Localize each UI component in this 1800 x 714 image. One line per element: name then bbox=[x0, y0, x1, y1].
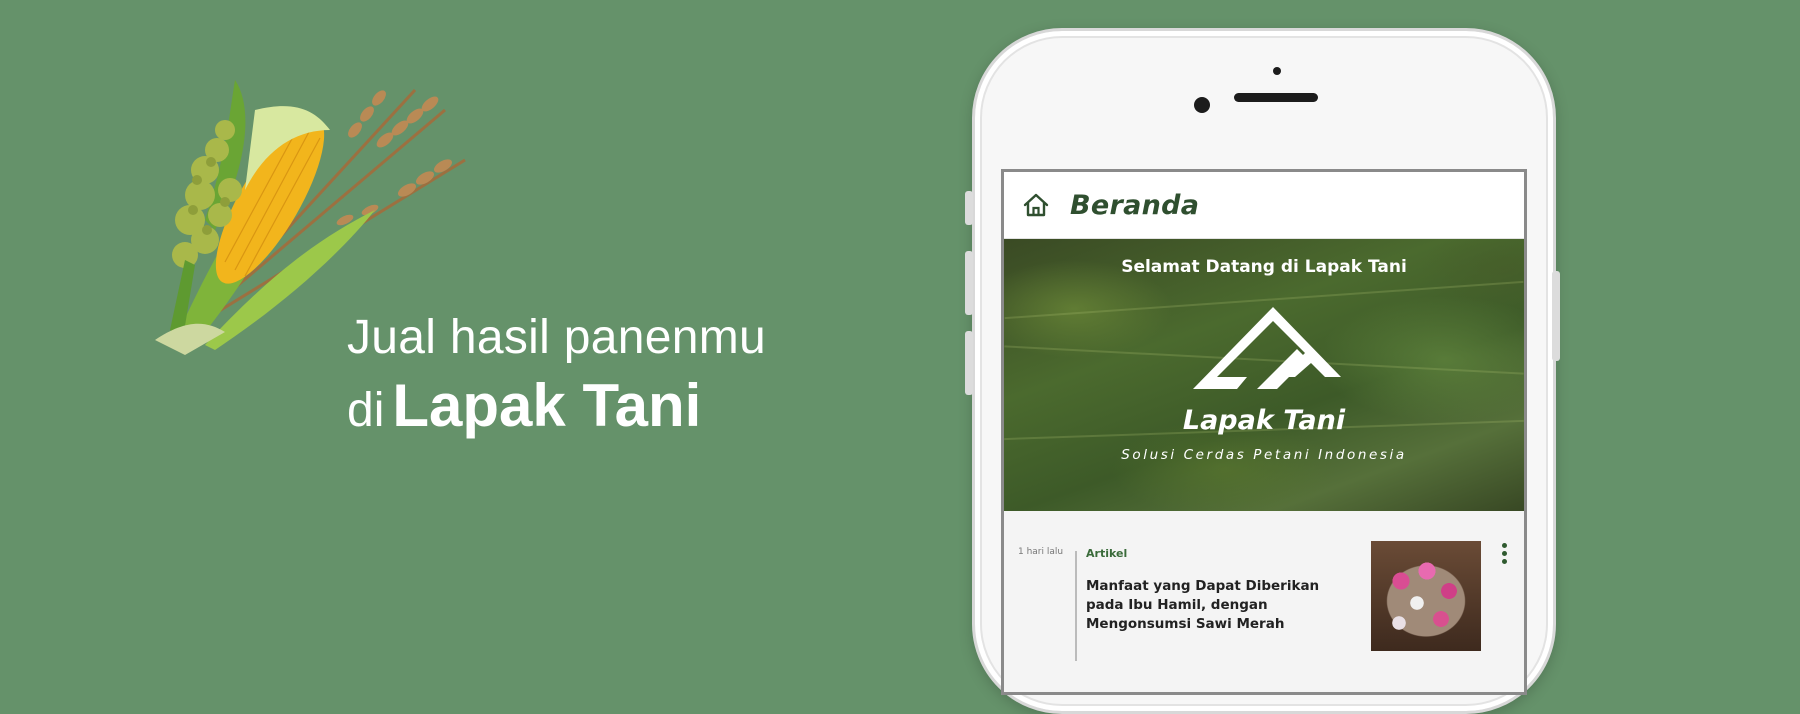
feed-item-time: 1 hari lalu bbox=[1018, 547, 1064, 557]
tagline-line2: di Lapak Tani bbox=[347, 376, 766, 441]
page-title: Beranda bbox=[1070, 189, 1200, 221]
phone-speaker bbox=[1234, 93, 1318, 102]
banner-welcome-text: Selamat Datang di Lapak Tani bbox=[1121, 257, 1407, 277]
feed-item-category: Artikel bbox=[1086, 547, 1128, 560]
app-header: Beranda bbox=[1004, 172, 1524, 239]
feed-item[interactable]: 1 hari lalu Artikel Manfaat yang Dapat D… bbox=[1004, 511, 1524, 692]
more-vertical-icon[interactable] bbox=[1497, 543, 1511, 564]
feed-item-thumbnail[interactable] bbox=[1371, 541, 1481, 651]
hero-tagline: Jual hasil panenmu di Lapak Tani bbox=[347, 310, 766, 441]
tagline-prefix: di bbox=[347, 384, 385, 437]
phone-volume-up bbox=[965, 251, 973, 315]
phone-camera bbox=[1194, 97, 1210, 113]
home-icon[interactable] bbox=[1022, 190, 1052, 220]
phone-volume-down bbox=[965, 331, 973, 395]
banner-slogan: Solusi Cerdas Petani Indonesia bbox=[1121, 447, 1407, 463]
lapak-tani-logo-icon bbox=[1193, 307, 1341, 389]
welcome-banner: Selamat Datang di Lapak Tani Lapak Tani … bbox=[1004, 239, 1524, 511]
tagline-line1: Jual hasil panenmu bbox=[347, 311, 767, 364]
feed-item-title[interactable]: Manfaat yang Dapat Diberikan pada Ibu Ha… bbox=[1086, 577, 1351, 634]
phone-sensor bbox=[1273, 67, 1281, 75]
phone-power-button bbox=[1552, 271, 1560, 361]
app-screen: Beranda Selamat Datang di Lapak Tani Lap… bbox=[1001, 169, 1527, 695]
phone-side-button bbox=[965, 191, 973, 225]
feed-item-divider bbox=[1075, 551, 1077, 661]
tagline-brand: Lapak Tani bbox=[392, 372, 702, 439]
banner-brand: Lapak Tani bbox=[1182, 405, 1346, 436]
phone-mockup: Beranda Selamat Datang di Lapak Tani Lap… bbox=[965, 28, 1560, 714]
